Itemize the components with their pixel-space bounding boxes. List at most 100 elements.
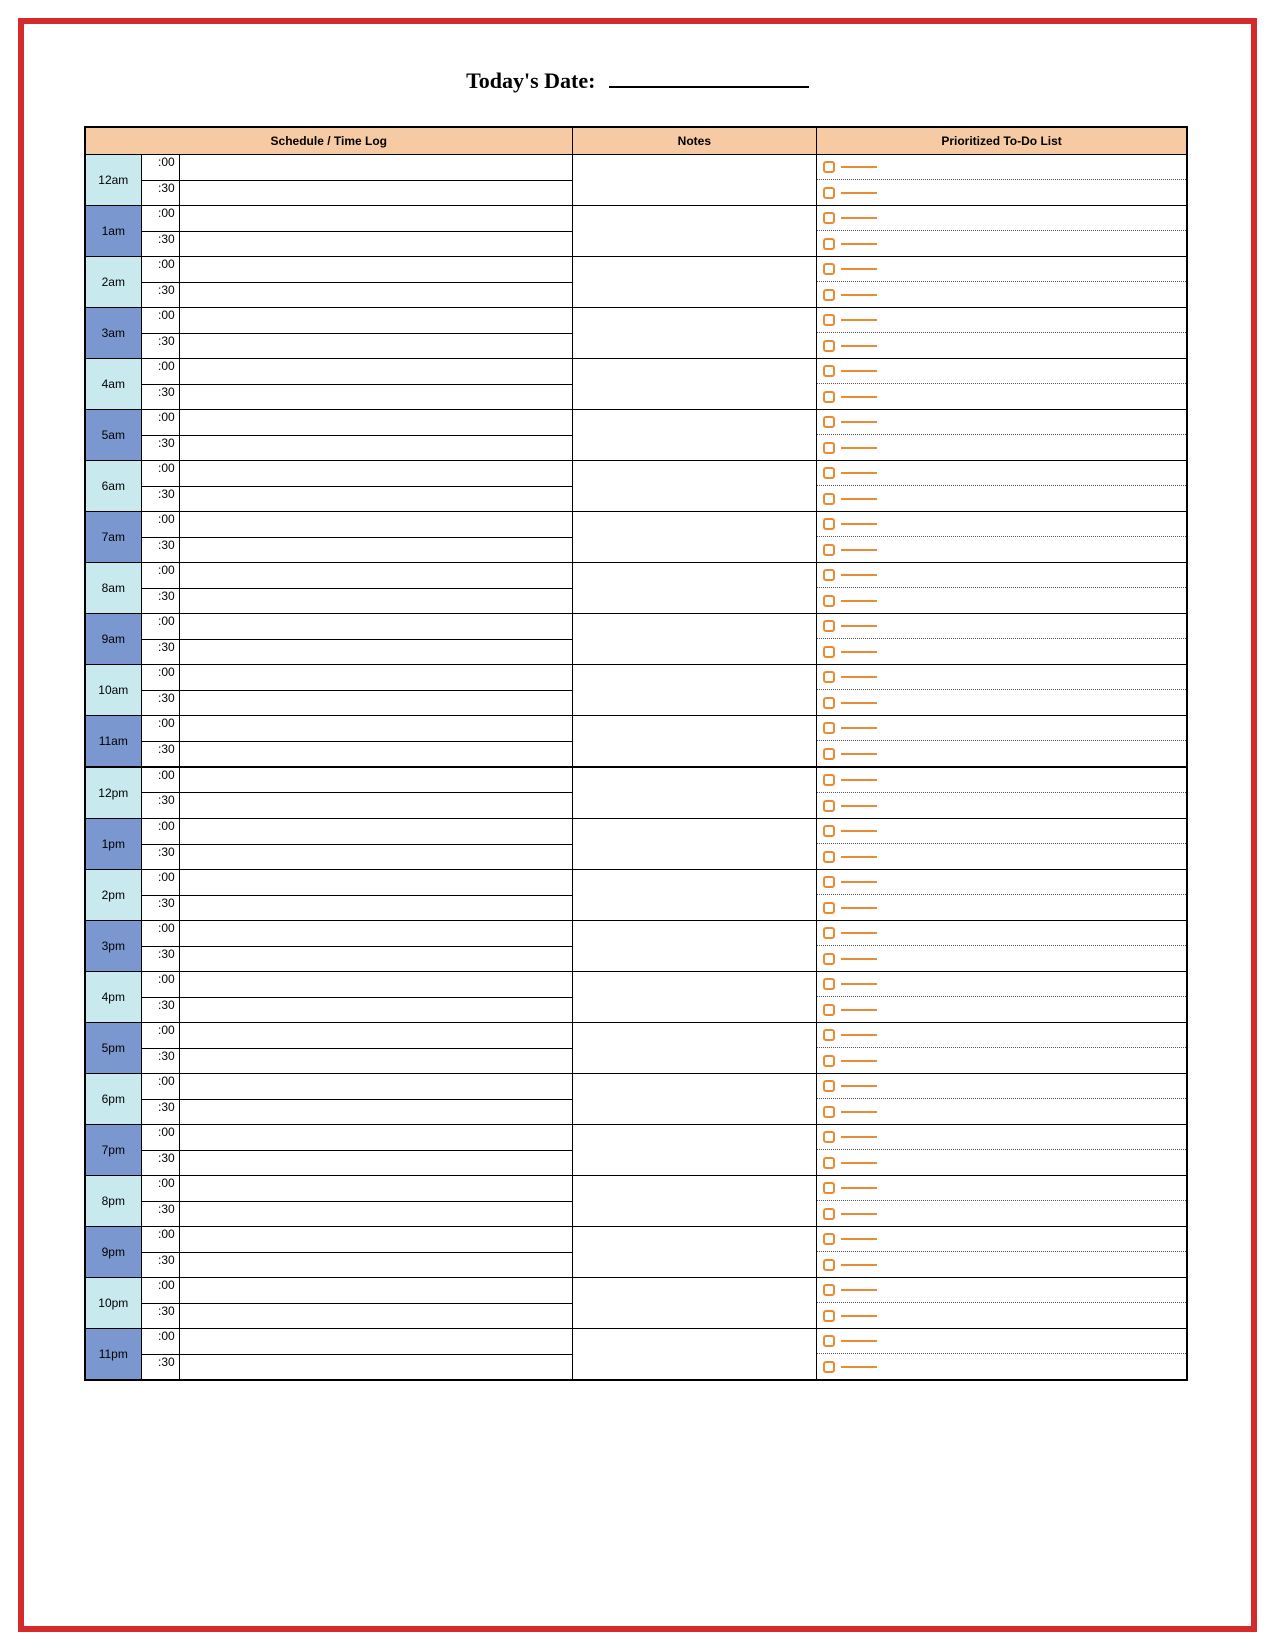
todo-line[interactable] <box>817 997 1186 1022</box>
schedule-slot[interactable] <box>179 1227 572 1253</box>
todo-line[interactable] <box>817 410 1186 435</box>
checkbox-icon[interactable] <box>823 1182 835 1194</box>
todo-slot[interactable] <box>817 1227 1187 1278</box>
schedule-slot[interactable] <box>179 767 572 793</box>
todo-line[interactable] <box>817 1048 1186 1073</box>
checkbox-icon[interactable] <box>823 238 835 250</box>
todo-line[interactable] <box>817 1176 1186 1201</box>
todo-slot[interactable] <box>817 206 1187 257</box>
checkbox-icon[interactable] <box>823 467 835 479</box>
checkbox-icon[interactable] <box>823 1004 835 1016</box>
checkbox-icon[interactable] <box>823 493 835 505</box>
checkbox-icon[interactable] <box>823 953 835 965</box>
schedule-slot[interactable] <box>179 333 572 359</box>
notes-slot[interactable] <box>572 716 817 768</box>
schedule-slot[interactable] <box>179 563 572 589</box>
checkbox-icon[interactable] <box>823 1233 835 1245</box>
schedule-slot[interactable] <box>179 844 572 870</box>
checkbox-icon[interactable] <box>823 1361 835 1373</box>
checkbox-icon[interactable] <box>823 1284 835 1296</box>
notes-slot[interactable] <box>572 1227 817 1278</box>
checkbox-icon[interactable] <box>823 722 835 734</box>
todo-line[interactable] <box>817 155 1186 180</box>
todo-line[interactable] <box>817 1074 1186 1099</box>
checkbox-icon[interactable] <box>823 544 835 556</box>
schedule-slot[interactable] <box>179 1176 572 1202</box>
todo-slot[interactable] <box>817 767 1187 819</box>
todo-line[interactable] <box>817 180 1186 205</box>
schedule-slot[interactable] <box>179 1303 572 1329</box>
checkbox-icon[interactable] <box>823 1080 835 1092</box>
schedule-slot[interactable] <box>179 665 572 691</box>
schedule-slot[interactable] <box>179 1074 572 1100</box>
notes-slot[interactable] <box>572 767 817 819</box>
todo-line[interactable] <box>817 588 1186 613</box>
notes-slot[interactable] <box>572 870 817 921</box>
todo-line[interactable] <box>817 1227 1186 1252</box>
todo-line[interactable] <box>817 308 1186 333</box>
todo-slot[interactable] <box>817 410 1187 461</box>
notes-slot[interactable] <box>572 410 817 461</box>
todo-line[interactable] <box>817 1354 1186 1379</box>
checkbox-icon[interactable] <box>823 1055 835 1067</box>
schedule-slot[interactable] <box>179 1099 572 1125</box>
checkbox-icon[interactable] <box>823 927 835 939</box>
todo-slot[interactable] <box>817 819 1187 870</box>
schedule-slot[interactable] <box>179 155 572 181</box>
todo-line[interactable] <box>817 384 1186 409</box>
schedule-slot[interactable] <box>179 921 572 947</box>
todo-slot[interactable] <box>817 461 1187 512</box>
schedule-slot[interactable] <box>179 1150 572 1176</box>
todo-slot[interactable] <box>817 1176 1187 1227</box>
notes-slot[interactable] <box>572 563 817 614</box>
checkbox-icon[interactable] <box>823 1259 835 1271</box>
todo-line[interactable] <box>817 1125 1186 1150</box>
todo-line[interactable] <box>817 563 1186 588</box>
notes-slot[interactable] <box>572 359 817 410</box>
todo-slot[interactable] <box>817 1278 1187 1329</box>
checkbox-icon[interactable] <box>823 620 835 632</box>
checkbox-icon[interactable] <box>823 876 835 888</box>
schedule-slot[interactable] <box>179 486 572 512</box>
todo-slot[interactable] <box>817 155 1187 206</box>
schedule-slot[interactable] <box>179 1201 572 1227</box>
notes-slot[interactable] <box>572 1023 817 1074</box>
checkbox-icon[interactable] <box>823 748 835 760</box>
checkbox-icon[interactable] <box>823 902 835 914</box>
todo-slot[interactable] <box>817 308 1187 359</box>
schedule-slot[interactable] <box>179 690 572 716</box>
checkbox-icon[interactable] <box>823 800 835 812</box>
checkbox-icon[interactable] <box>823 314 835 326</box>
notes-slot[interactable] <box>572 461 817 512</box>
todo-slot[interactable] <box>817 1074 1187 1125</box>
todo-slot[interactable] <box>817 870 1187 921</box>
schedule-slot[interactable] <box>179 716 572 742</box>
todo-line[interactable] <box>817 1329 1186 1354</box>
checkbox-icon[interactable] <box>823 825 835 837</box>
checkbox-icon[interactable] <box>823 595 835 607</box>
checkbox-icon[interactable] <box>823 978 835 990</box>
todo-slot[interactable] <box>817 1329 1187 1381</box>
todo-line[interactable] <box>817 844 1186 869</box>
notes-slot[interactable] <box>572 257 817 308</box>
todo-line[interactable] <box>817 1099 1186 1124</box>
todo-line[interactable] <box>817 282 1186 307</box>
schedule-slot[interactable] <box>179 972 572 998</box>
schedule-slot[interactable] <box>179 1048 572 1074</box>
todo-line[interactable] <box>817 614 1186 639</box>
todo-line[interactable] <box>817 1201 1186 1226</box>
schedule-slot[interactable] <box>179 1252 572 1278</box>
checkbox-icon[interactable] <box>823 365 835 377</box>
todo-line[interactable] <box>817 793 1186 818</box>
schedule-slot[interactable] <box>179 512 572 538</box>
schedule-slot[interactable] <box>179 997 572 1023</box>
todo-line[interactable] <box>817 639 1186 664</box>
todo-line[interactable] <box>817 537 1186 562</box>
checkbox-icon[interactable] <box>823 1310 835 1322</box>
checkbox-icon[interactable] <box>823 161 835 173</box>
todo-slot[interactable] <box>817 716 1187 768</box>
todo-line[interactable] <box>817 257 1186 282</box>
todo-line[interactable] <box>817 435 1186 460</box>
todo-line[interactable] <box>817 359 1186 384</box>
notes-slot[interactable] <box>572 308 817 359</box>
